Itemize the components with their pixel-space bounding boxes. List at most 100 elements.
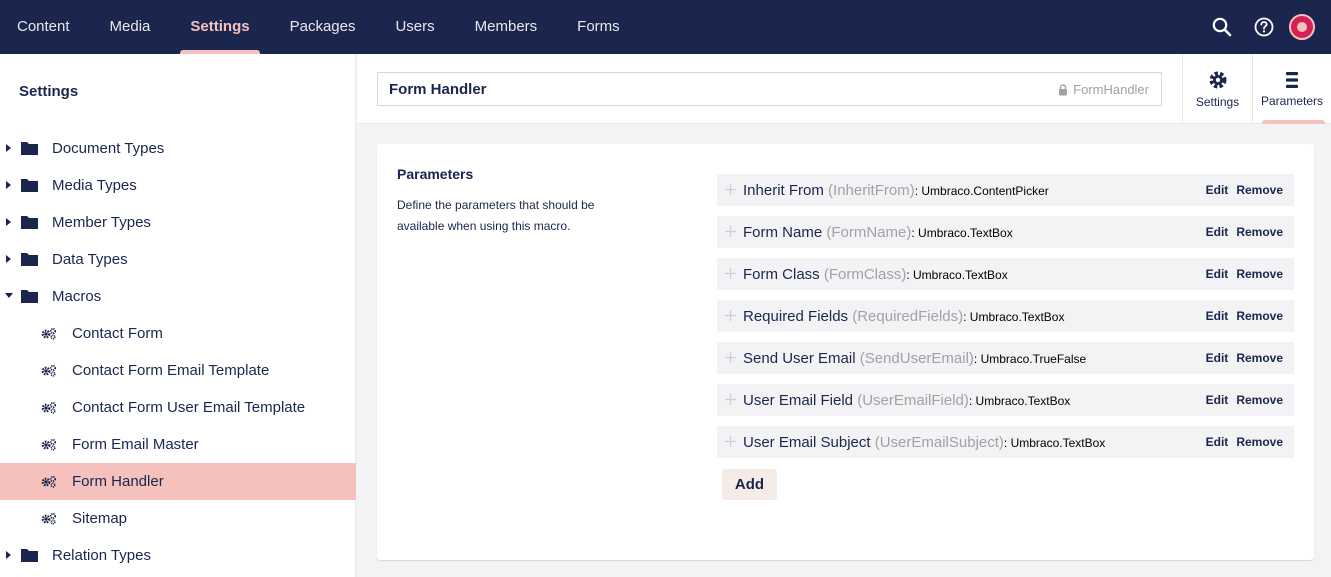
caret-down-icon[interactable] bbox=[5, 291, 13, 301]
parameter-name: Form Class bbox=[743, 265, 820, 283]
edit-button[interactable]: Edit bbox=[1206, 267, 1229, 281]
drag-handle-icon[interactable] bbox=[725, 184, 736, 195]
remove-button[interactable]: Remove bbox=[1236, 393, 1283, 407]
nav-packages[interactable]: Packages bbox=[270, 0, 376, 54]
tree-item-member-types[interactable]: Member Types bbox=[0, 204, 356, 241]
parameter-row[interactable]: Required Fields (RequiredFields): Umbrac… bbox=[717, 300, 1294, 332]
caret-right-icon[interactable] bbox=[5, 550, 13, 560]
settings-app-button[interactable]: Settings bbox=[1182, 54, 1252, 124]
folder-icon bbox=[21, 179, 38, 192]
remove-button[interactable]: Remove bbox=[1236, 309, 1283, 323]
tree-item-label: Form Handler bbox=[72, 473, 164, 490]
parameter-actions: Edit Remove bbox=[1206, 351, 1283, 365]
parameter-text: Form Name (FormName): Umbraco.TextBox bbox=[743, 224, 1013, 241]
panel-title: Parameters bbox=[397, 166, 474, 182]
editor-header: Form Handler FormHandler Settings Parame… bbox=[357, 54, 1331, 124]
caret-right-icon[interactable] bbox=[5, 254, 13, 264]
search-button[interactable] bbox=[1201, 0, 1243, 54]
tree-item-macros[interactable]: Macros bbox=[0, 278, 356, 315]
parameter-row[interactable]: Inherit From (InheritFrom): Umbraco.Cont… bbox=[717, 174, 1294, 206]
parameter-text: Required Fields (RequiredFields): Umbrac… bbox=[743, 308, 1064, 325]
search-icon bbox=[1212, 17, 1232, 37]
tree-item-data-types[interactable]: Data Types bbox=[0, 241, 356, 278]
parameter-alias: (UserEmailSubject) bbox=[874, 433, 1004, 451]
tree-item-sitemap[interactable]: Sitemap bbox=[0, 500, 356, 537]
parameter-row[interactable]: User Email Subject (UserEmailSubject): U… bbox=[717, 426, 1294, 458]
caret-right-icon[interactable] bbox=[5, 217, 13, 227]
cogs-icon bbox=[41, 512, 57, 525]
caret-right-icon[interactable] bbox=[5, 180, 13, 190]
remove-button[interactable]: Remove bbox=[1236, 351, 1283, 365]
parameter-actions: Edit Remove bbox=[1206, 267, 1283, 281]
nav-settings[interactable]: Settings bbox=[170, 0, 269, 54]
parameter-row[interactable]: Send User Email (SendUserEmail): Umbraco… bbox=[717, 342, 1294, 374]
top-tools bbox=[1201, 0, 1331, 54]
top-navigation-bar: Content Media Settings Packages Users Me… bbox=[0, 0, 1331, 54]
user-avatar[interactable] bbox=[1289, 14, 1315, 40]
parameter-actions: Edit Remove bbox=[1206, 183, 1283, 197]
tree-item-relation-types[interactable]: Relation Types bbox=[0, 537, 356, 574]
remove-button[interactable]: Remove bbox=[1236, 267, 1283, 281]
parameter-name: Required Fields bbox=[743, 307, 849, 325]
parameter-text: User Email Field (UserEmailField): Umbra… bbox=[743, 392, 1070, 409]
panel-description: Define the parameters that should be ava… bbox=[397, 198, 595, 233]
add-parameter-button[interactable]: Add bbox=[722, 469, 777, 500]
settings-app-label: Settings bbox=[1195, 94, 1240, 109]
remove-button[interactable]: Remove bbox=[1236, 225, 1283, 239]
parameters-app-button[interactable]: Parameters bbox=[1252, 54, 1331, 124]
section-nav: Content Media Settings Packages Users Me… bbox=[0, 0, 640, 54]
nav-content[interactable]: Content bbox=[0, 0, 90, 54]
nav-media[interactable]: Media bbox=[90, 0, 171, 54]
edit-button[interactable]: Edit bbox=[1206, 351, 1229, 365]
parameter-type: : Umbraco.TextBox bbox=[911, 225, 1013, 240]
macro-alias-text: FormHandler bbox=[1073, 82, 1149, 97]
parameter-row[interactable]: User Email Field (UserEmailField): Umbra… bbox=[717, 384, 1294, 416]
tree-item-contact-form-user-email-template[interactable]: Contact Form User Email Template bbox=[0, 389, 356, 426]
remove-button[interactable]: Remove bbox=[1236, 435, 1283, 449]
help-icon bbox=[1254, 17, 1274, 37]
drag-handle-icon[interactable] bbox=[725, 352, 736, 363]
cogs-icon bbox=[41, 438, 57, 451]
parameter-type: : Umbraco.TextBox bbox=[1003, 435, 1106, 450]
drag-handle-icon[interactable] bbox=[725, 436, 736, 447]
tree-item-form-handler[interactable]: Form Handler bbox=[0, 463, 356, 500]
parameter-row[interactable]: Form Class (FormClass): Umbraco.TextBox … bbox=[717, 258, 1294, 290]
parameter-alias: (FormName) bbox=[826, 223, 912, 241]
help-button[interactable] bbox=[1243, 0, 1285, 54]
remove-button[interactable]: Remove bbox=[1236, 183, 1283, 197]
macro-alias[interactable]: FormHandler bbox=[1058, 82, 1149, 97]
parameter-text: Send User Email (SendUserEmail): Umbraco… bbox=[743, 350, 1086, 367]
edit-button[interactable]: Edit bbox=[1206, 183, 1229, 197]
cogs-icon bbox=[41, 401, 57, 414]
macro-name-input[interactable]: Form Handler FormHandler bbox=[377, 72, 1162, 106]
edit-button[interactable]: Edit bbox=[1206, 225, 1229, 239]
drag-handle-icon[interactable] bbox=[725, 310, 736, 321]
tree-item-media-types[interactable]: Media Types bbox=[0, 167, 356, 204]
drag-handle-icon[interactable] bbox=[725, 394, 736, 405]
tree-item-label: Media Types bbox=[52, 177, 137, 194]
avatar-logo bbox=[1297, 22, 1307, 32]
cogs-icon bbox=[41, 475, 57, 488]
parameter-row[interactable]: Form Name (FormName): Umbraco.TextBox Ed… bbox=[717, 216, 1294, 248]
folder-icon bbox=[21, 216, 38, 229]
parameter-text: Inherit From (InheritFrom): Umbraco.Cont… bbox=[743, 182, 1049, 199]
drag-handle-icon[interactable] bbox=[725, 268, 736, 279]
tree-item-contact-form[interactable]: Contact Form bbox=[0, 315, 356, 352]
tree-item-document-types[interactable]: Document Types bbox=[0, 130, 356, 167]
edit-button[interactable]: Edit bbox=[1206, 393, 1229, 407]
edit-button[interactable]: Edit bbox=[1206, 309, 1229, 323]
parameter-alias: (SendUserEmail) bbox=[859, 349, 974, 367]
folder-icon bbox=[21, 253, 38, 266]
nav-users[interactable]: Users bbox=[375, 0, 454, 54]
drag-handle-icon[interactable] bbox=[725, 226, 736, 237]
tree-item-contact-form-email-template[interactable]: Contact Form Email Template bbox=[0, 352, 356, 389]
sidebar: Settings Document Types Media Types Memb… bbox=[0, 54, 356, 577]
caret-right-icon[interactable] bbox=[5, 143, 13, 153]
nav-forms[interactable]: Forms bbox=[557, 0, 640, 54]
tree-item-label: Contact Form bbox=[72, 325, 163, 342]
tree-item-form-email-master[interactable]: Form Email Master bbox=[0, 426, 356, 463]
folder-icon bbox=[21, 142, 38, 155]
edit-button[interactable]: Edit bbox=[1206, 435, 1229, 449]
tree-item-label: Contact Form Email Template bbox=[72, 362, 270, 379]
nav-members[interactable]: Members bbox=[455, 0, 558, 54]
